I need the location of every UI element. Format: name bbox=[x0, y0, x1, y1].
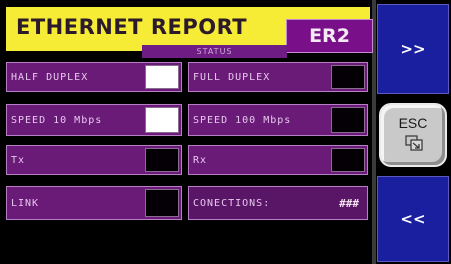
speed-10-label: SPEED 10 Mbps bbox=[11, 114, 103, 126]
half-duplex-label: HALF DUPLEX bbox=[11, 71, 89, 83]
next-button-label: >> bbox=[400, 40, 426, 58]
connections-value: ### bbox=[339, 196, 359, 210]
speed-10-indicator bbox=[145, 107, 179, 133]
half-duplex-indicator bbox=[145, 65, 179, 89]
screen-code-badge: ER2 bbox=[286, 19, 373, 53]
header-bar: ETHERNET REPORT ER2 STATUS bbox=[6, 7, 373, 58]
half-duplex-row: HALF DUPLEX bbox=[6, 62, 182, 92]
speed-10-row: SPEED 10 Mbps bbox=[6, 104, 182, 136]
connections-label: CONECTIONS: bbox=[193, 197, 271, 209]
link-row: LINK bbox=[6, 186, 182, 220]
tx-indicator bbox=[145, 148, 179, 172]
link-indicator bbox=[145, 189, 179, 217]
connections-row: CONECTIONS: ### bbox=[188, 186, 368, 220]
status-strip: STATUS bbox=[142, 45, 287, 58]
speed-100-label: SPEED 100 Mbps bbox=[193, 114, 292, 126]
full-duplex-label: FULL DUPLEX bbox=[193, 71, 271, 83]
full-duplex-indicator bbox=[331, 65, 365, 89]
esc-label: ESC bbox=[398, 115, 428, 131]
tx-label: Tx bbox=[11, 154, 26, 166]
tx-row: Tx bbox=[6, 145, 182, 175]
next-button[interactable]: >> bbox=[377, 4, 449, 94]
screen-code: ER2 bbox=[309, 25, 350, 47]
rx-row: Rx bbox=[188, 145, 368, 175]
speed-100-row: SPEED 100 Mbps bbox=[188, 104, 368, 136]
esc-button[interactable]: ESC bbox=[379, 103, 447, 167]
status-label: STATUS bbox=[196, 47, 233, 56]
page-title: ETHERNET REPORT bbox=[16, 15, 248, 39]
full-duplex-row: FULL DUPLEX bbox=[188, 62, 368, 92]
speed-100-indicator bbox=[331, 107, 365, 133]
link-label: LINK bbox=[11, 197, 40, 209]
rx-indicator bbox=[331, 148, 365, 172]
prev-button[interactable]: << bbox=[377, 176, 449, 262]
rx-label: Rx bbox=[193, 154, 208, 166]
window-exit-icon bbox=[405, 135, 423, 151]
prev-button-label: << bbox=[400, 210, 426, 228]
